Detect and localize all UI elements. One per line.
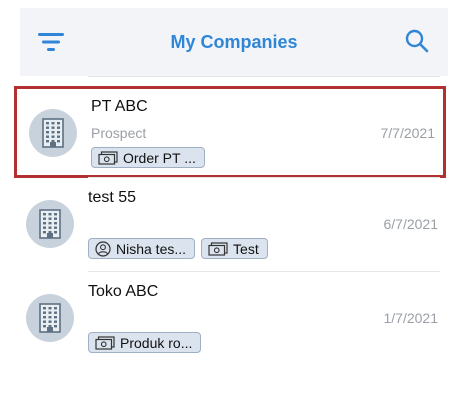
company-name: Toko ABC: [88, 283, 159, 300]
tag-chip[interactable]: Order PT ...: [91, 147, 205, 168]
tag-list: Order PT ...: [91, 147, 205, 168]
money-icon: [98, 150, 118, 165]
tag-label: Nisha tes...: [116, 240, 187, 257]
company-date: 6/7/2021: [383, 216, 439, 232]
company-status: Prospect: [91, 125, 147, 141]
page-title: My Companies: [170, 31, 298, 52]
company-date: 7/7/2021: [380, 125, 436, 141]
tag-list: Produk ro...: [88, 332, 202, 353]
company-row[interactable]: test 55 6/7/2021 Nisha tes... Test: [14, 180, 446, 272]
building-icon: [26, 294, 74, 342]
company-date: 1/7/2021: [383, 310, 439, 326]
tag-list: Nisha tes... Test: [88, 238, 268, 259]
tag-label: Produk ro...: [120, 334, 193, 351]
tag-chip[interactable]: Nisha tes...: [88, 238, 196, 259]
company-name: PT ABC: [91, 98, 148, 115]
app-header: My Companies: [20, 8, 448, 76]
company-row[interactable]: Toko ABC 1/7/2021 Produk ro...: [14, 274, 446, 366]
tag-label: Test: [233, 240, 259, 257]
tag-label: Order PT ...: [123, 149, 196, 166]
company-row[interactable]: PT ABC Prospect 7/7/2021 Order PT ...: [14, 86, 446, 178]
divider: [88, 76, 440, 77]
search-icon[interactable]: [404, 28, 430, 54]
money-icon: [208, 241, 228, 256]
tag-chip[interactable]: Produk ro...: [88, 332, 202, 353]
tag-chip[interactable]: Test: [201, 238, 268, 259]
building-icon: [29, 109, 77, 157]
company-name: test 55: [88, 189, 137, 206]
divider: [88, 177, 440, 178]
filter-icon[interactable]: [38, 30, 64, 54]
person-icon: [95, 240, 111, 257]
building-icon: [26, 200, 74, 248]
money-icon: [95, 335, 115, 350]
divider: [88, 271, 440, 272]
